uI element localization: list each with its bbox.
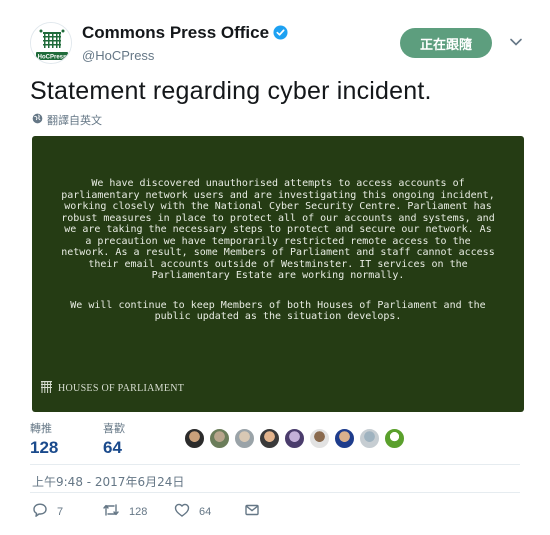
portcullis-logo-icon: HoCPress [31,23,71,63]
translate-label: 翻譯自英文 [47,114,102,127]
liker-avatars [184,428,405,449]
verified-badge-icon [273,25,288,45]
retweets-stat[interactable]: 轉推 128 [30,422,58,458]
retweet-button[interactable]: 128 [102,502,147,521]
author-names: Commons Press Office @HoCPress [82,23,288,65]
likes-value: 64 [103,438,122,457]
display-name[interactable]: Commons Press Office [82,23,269,43]
liker-avatar[interactable] [234,428,255,449]
statement-image[interactable]: We have discovered unauthorised attempts… [32,136,524,412]
tweet-header: HoCPress Commons Press Office @HoCPress … [30,22,530,66]
tweet-timestamp[interactable]: 上午9:48 - 2017年6月24日 [32,473,184,490]
divider [30,464,520,465]
liker-avatar[interactable] [359,428,380,449]
houses-of-parliament-label: HOUSES OF PARLIAMENT [58,383,185,394]
likes-stat[interactable]: 喜歡 64 [103,422,125,458]
globe-icon [32,113,43,127]
liker-avatar[interactable] [184,428,205,449]
reply-count: 7 [57,505,64,518]
liker-avatar[interactable] [259,428,280,449]
houses-of-parliament-logo: HOUSES OF PARLIAMENT [40,380,184,397]
retweets-value: 128 [30,438,59,457]
svg-text:HoCPress: HoCPress [38,55,67,61]
dm-icon [244,502,260,521]
like-button[interactable]: 64 [174,502,211,521]
translate-link[interactable]: 翻譯自英文 [32,112,102,128]
retweet-icon [102,502,120,521]
statement-paragraph-2: We will continue to keep Members of both… [70,299,486,323]
tweet-text: Statement regarding cyber incident. [30,77,432,105]
liker-avatar[interactable] [284,428,305,449]
portcullis-icon [40,380,53,397]
statement-paragraph-1: We have discovered unauthorised attempts… [61,178,495,281]
tweet-stats: 轉推 128 喜歡 64 [30,422,520,458]
liker-avatar[interactable] [334,428,355,449]
reply-icon [32,502,48,521]
liker-avatar[interactable] [309,428,330,449]
tweet-actions: 7 128 64 [32,502,332,522]
avatar[interactable]: HoCPress [30,22,72,64]
divider [30,492,520,493]
statement-text: We have discovered unauthorised attempts… [60,178,496,334]
like-count: 64 [199,505,212,518]
following-button[interactable]: 正在跟隨 [400,28,492,58]
chevron-down-icon[interactable] [508,34,524,50]
like-icon [174,502,190,521]
liker-avatar[interactable] [209,428,230,449]
direct-message-button[interactable] [244,502,260,521]
handle[interactable]: @HoCPress [82,47,288,65]
retweets-label: 轉推 [30,422,52,435]
reply-button[interactable]: 7 [32,502,63,521]
liker-avatar[interactable] [384,428,405,449]
likes-label: 喜歡 [103,422,125,435]
retweet-count: 128 [129,505,148,518]
